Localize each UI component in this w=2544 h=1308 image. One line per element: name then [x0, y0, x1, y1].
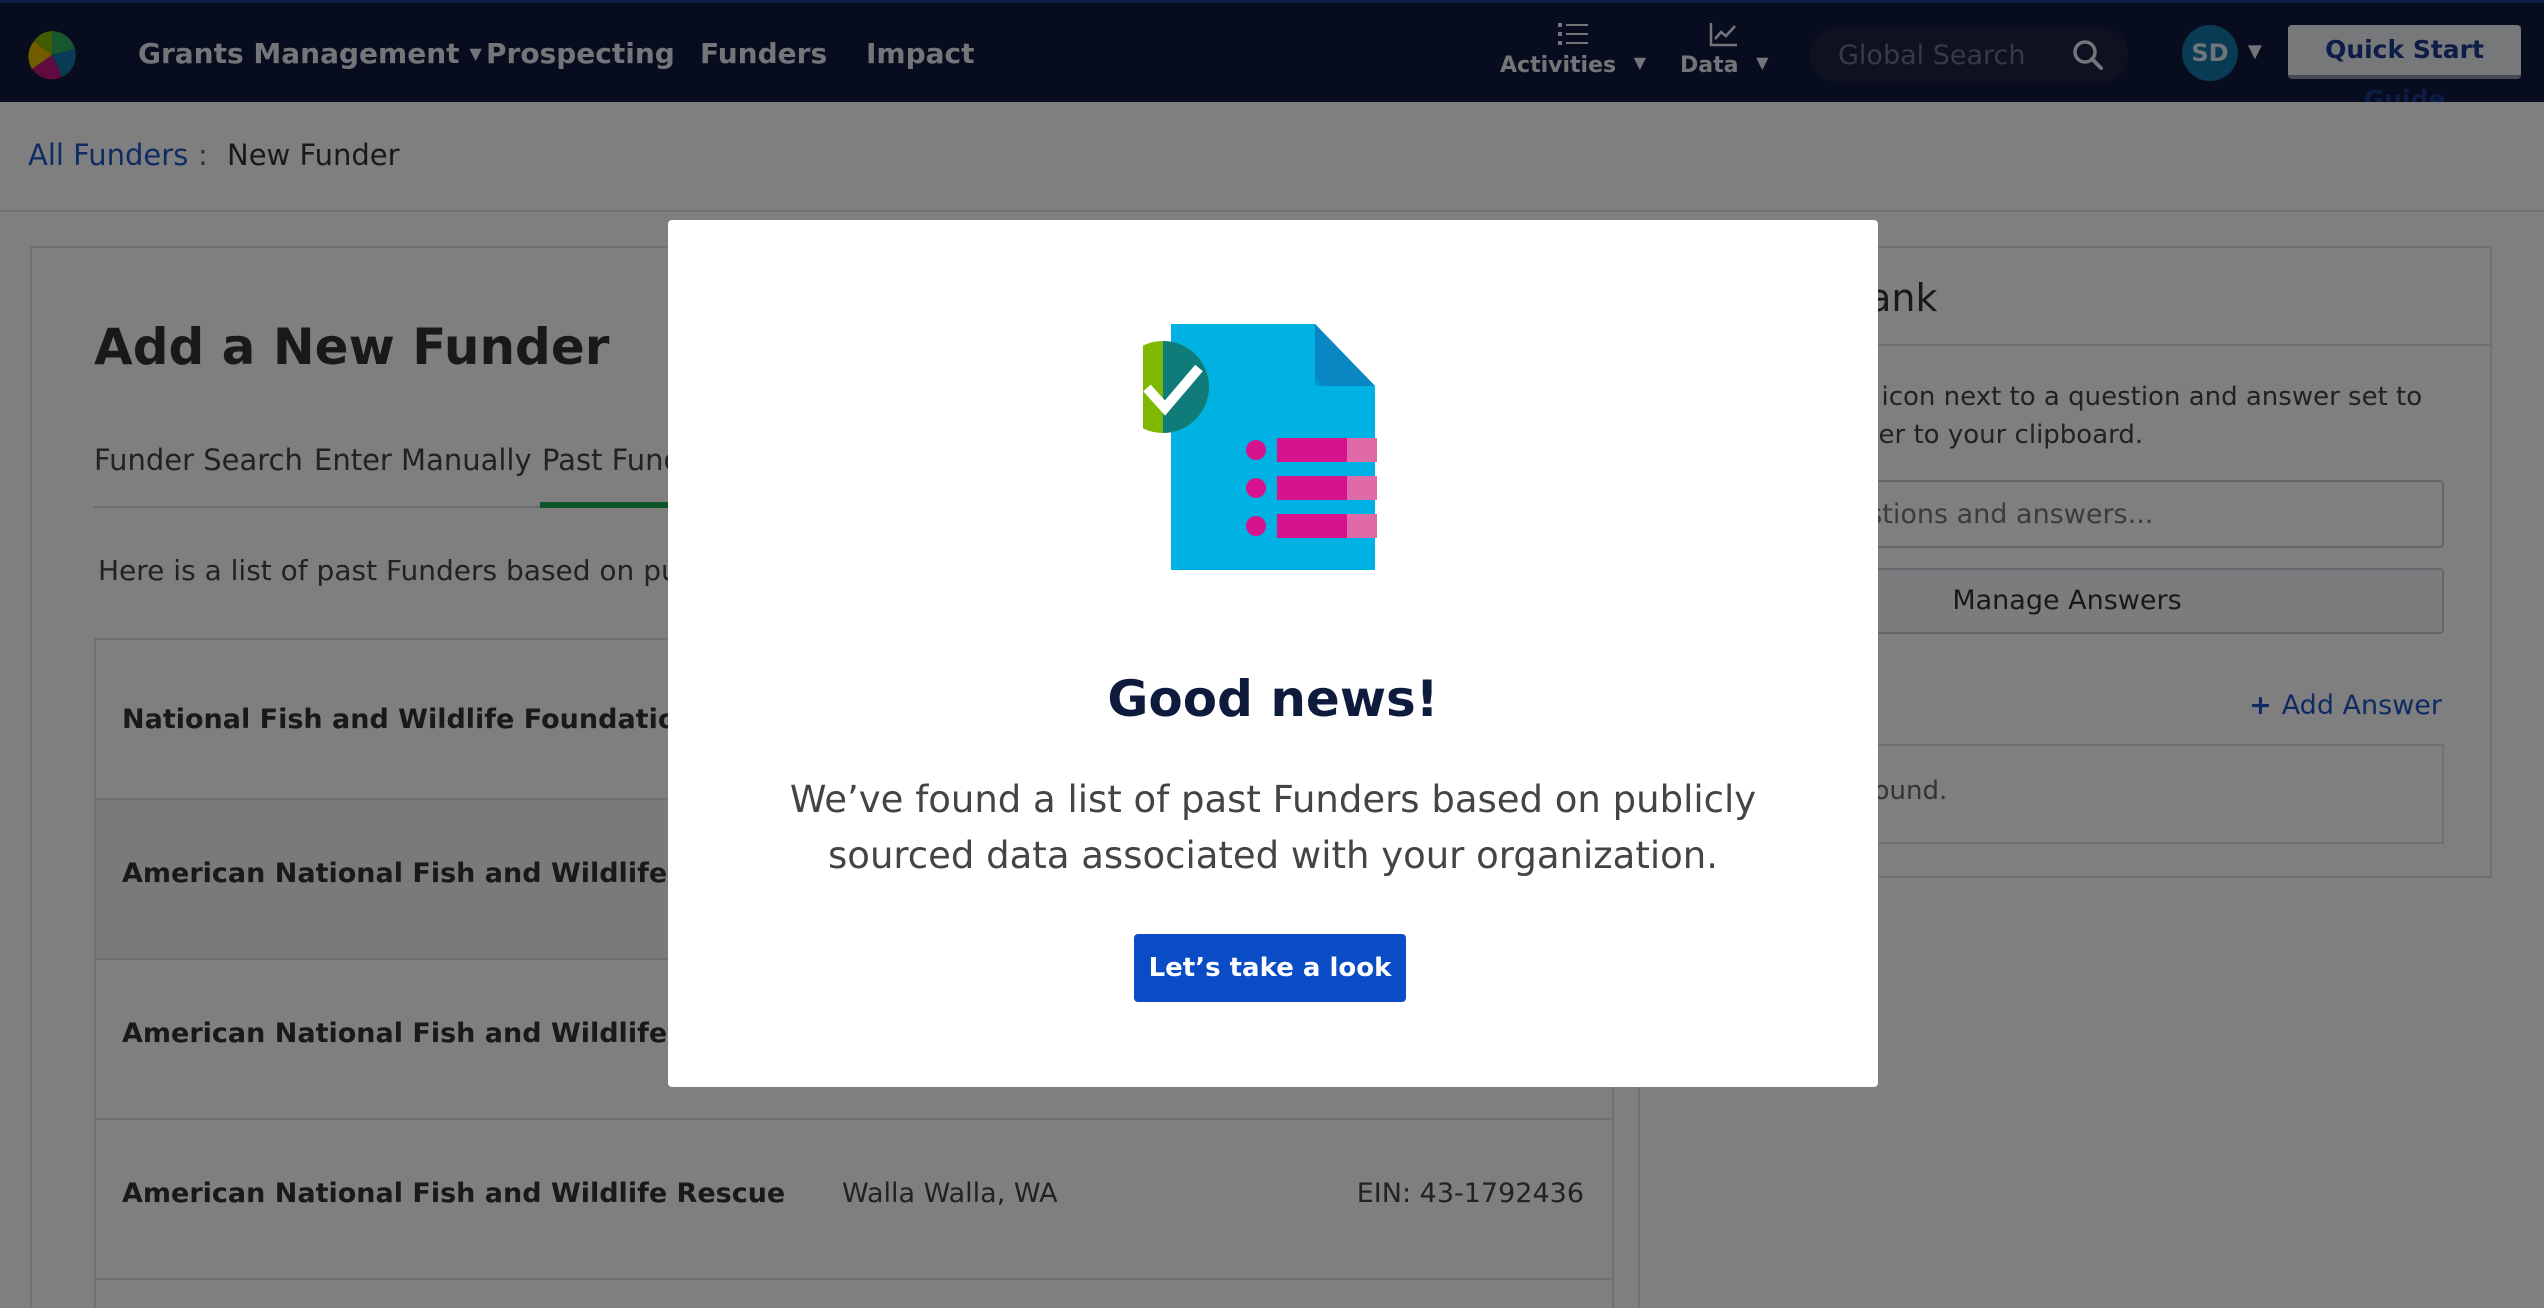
document-checklist-icon	[1143, 324, 1377, 570]
modal-message: We’ve found a list of past Funders based…	[789, 778, 1757, 877]
modal-title: Good news!	[1107, 670, 1439, 728]
lets-take-a-look-button[interactable]: Let’s take a look	[1134, 934, 1406, 1002]
good-news-modal: Good news! We’ve found a list of past Fu…	[668, 220, 1878, 1087]
